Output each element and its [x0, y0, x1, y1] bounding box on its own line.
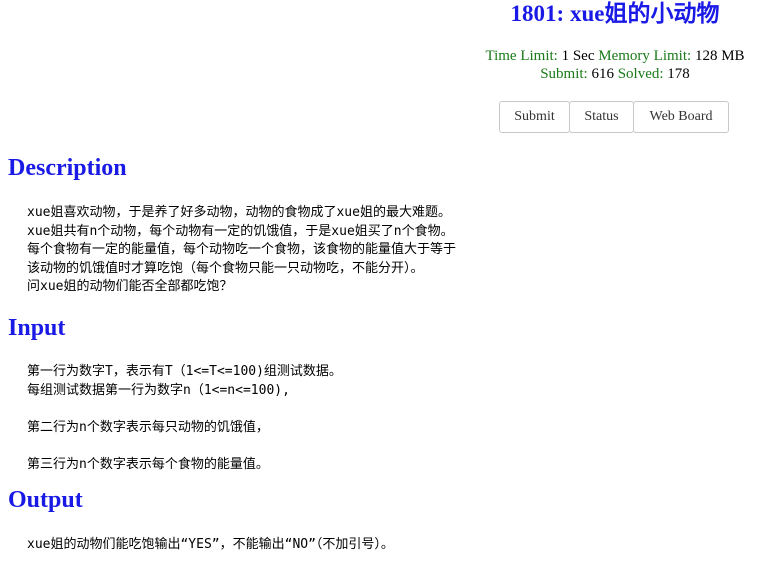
problem-title: 1801: xue姐的小动物 [510, 1, 720, 26]
submit-count-label: Submit: [540, 66, 588, 82]
limits-row-1: Time Limit: 1 Sec Memory Limit: 128 MB [420, 47, 768, 65]
web-board-button[interactable]: Web Board [633, 101, 729, 133]
description-line: xue姐喜欢动物，于是养了好多动物，动物的食物成了xue姐的最大难题。 [27, 205, 451, 220]
memory-limit-value: 128 MB [694, 48, 745, 64]
memory-limit-label: Memory Limit: [598, 48, 692, 64]
solved-count-label: Solved: [617, 66, 664, 82]
output-heading: Output [8, 487, 83, 513]
description-line: xue姐共有n个动物，每个动物有一定的饥饿值，于是xue姐买了n个食物。 [27, 223, 454, 239]
submit-count-value: 616 [591, 66, 614, 82]
description-content: xue姐喜欢动物，于是养了好多动物，动物的食物成了xue姐的最大难题。 xue姐… [27, 204, 456, 297]
input-line: 每组测试数据第一行为数字n（1<=n<=100), [27, 382, 290, 398]
output-content: xue姐的动物们能吃饱输出“YES”，不能输出“NO”（不加引号）。 [27, 536, 394, 555]
input-line: 第一行为数字T，表示有T（1<=T<=100)组测试数据。 [27, 364, 342, 379]
input-line: 第二行为n个数字表示每只动物的饥饿值， [27, 419, 269, 435]
input-line: 第三行为n个数字表示每个食物的能量值。 [27, 456, 269, 472]
time-limit-label: Time Limit: [485, 48, 558, 64]
input-line [27, 400, 342, 419]
output-line: xue姐的动物们能吃饱输出“YES”，不能输出“NO”（不加引号）。 [27, 537, 394, 552]
status-button[interactable]: Status [569, 101, 634, 133]
input-heading: Input [8, 315, 66, 341]
solved-count-value: 178 [667, 66, 690, 82]
submit-button[interactable]: Submit [499, 101, 570, 133]
input-content: 第一行为数字T，表示有T（1<=T<=100)组测试数据。 每组测试数据第一行为… [27, 363, 342, 474]
input-line [27, 437, 342, 456]
limits-row-2: Submit: 616 Solved: 178 [420, 65, 768, 83]
time-limit-value: 1 Sec [561, 48, 595, 64]
problem-actions: Submit Status Web Board [499, 101, 729, 133]
description-line: 每个食物有一定的能量值，每个动物吃一个食物，该食物的能量值大于等于 [27, 242, 457, 257]
description-line: 问xue姐的动物们能否全部都吃饱？ [27, 279, 233, 294]
description-heading: Description [8, 155, 127, 181]
description-line: 该动物的饥饿值时才算吃饱（每个食物只能一只动物吃，不能分开）。 [27, 260, 424, 276]
problem-limits: Time Limit: 1 Sec Memory Limit: 128 MB S… [420, 47, 768, 83]
